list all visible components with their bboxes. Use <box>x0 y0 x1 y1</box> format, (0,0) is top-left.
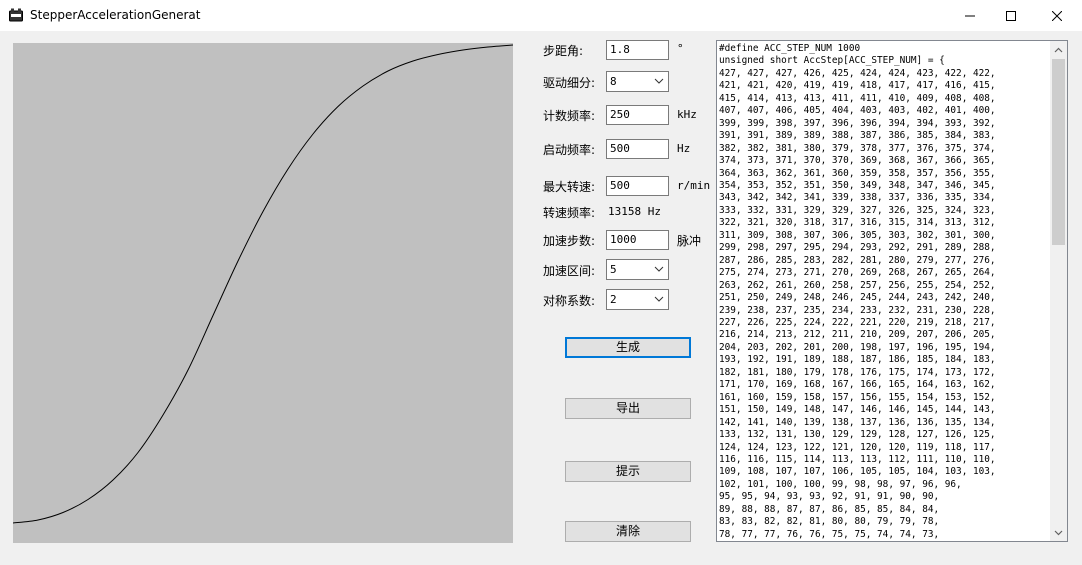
max-speed-unit: r/min <box>677 179 711 192</box>
chevron-down-icon <box>654 78 664 84</box>
count-freq-unit: kHz <box>677 108 697 121</box>
title-bar: StepperAccelerationGenerat <box>0 0 1082 31</box>
count-freq-label: 计数频率: <box>543 109 596 123</box>
microstep-label: 驱动细分: <box>543 76 596 90</box>
maximize-icon <box>1006 10 1016 21</box>
acceleration-curve-chart <box>12 44 514 524</box>
vertical-scrollbar[interactable] <box>1050 41 1067 541</box>
chevron-down-icon <box>654 296 664 302</box>
accel-interval-select[interactable]: 5 <box>606 259 669 280</box>
accel-interval-value: 5 <box>610 263 617 276</box>
step-angle-label: 步距角: <box>543 44 584 58</box>
scroll-up-button[interactable] <box>1050 41 1067 58</box>
chevron-up-icon <box>1054 47 1063 52</box>
chevron-down-icon <box>654 266 664 272</box>
minimize-button[interactable] <box>947 0 993 31</box>
window-title: StepperAccelerationGenerat <box>30 8 201 22</box>
speed-freq-value: 13158 Hz <box>608 205 661 218</box>
count-freq-input[interactable]: 250 <box>606 105 669 125</box>
hint-button[interactable]: 提示 <box>565 461 691 482</box>
scroll-thumb[interactable] <box>1052 59 1065 245</box>
acceleration-curve-plot <box>12 43 514 543</box>
output-code: #define ACC_STEP_NUM 1000 unsigned short… <box>719 43 996 540</box>
max-speed-input[interactable]: 500 <box>606 176 669 196</box>
app-icon <box>9 8 23 22</box>
accel-steps-input[interactable]: 1000 <box>606 230 669 250</box>
accel-steps-unit: 脉冲 <box>677 234 702 248</box>
close-button[interactable] <box>1034 0 1080 31</box>
minimize-icon <box>965 15 975 16</box>
maximize-button[interactable] <box>988 0 1034 31</box>
symmetry-label: 对称系数: <box>543 294 596 308</box>
scroll-down-button[interactable] <box>1050 524 1067 541</box>
speed-freq-label: 转速频率: <box>543 206 596 220</box>
export-button[interactable]: 导出 <box>565 398 691 419</box>
output-textarea[interactable]: #define ACC_STEP_NUM 1000 unsigned short… <box>716 40 1068 542</box>
step-angle-unit: ° <box>677 42 684 55</box>
start-freq-unit: Hz <box>677 142 691 155</box>
acceleration-curve-line <box>12 44 514 524</box>
start-freq-input[interactable]: 500 <box>606 139 669 159</box>
generate-button[interactable]: 生成 <box>565 337 691 358</box>
clear-button[interactable]: 清除 <box>565 521 691 542</box>
symmetry-value: 2 <box>610 293 617 306</box>
microstep-select[interactable]: 8 <box>606 71 669 92</box>
microstep-value: 8 <box>610 75 617 88</box>
chevron-down-icon <box>1054 530 1063 535</box>
close-icon <box>1052 10 1062 21</box>
symmetry-select[interactable]: 2 <box>606 289 669 310</box>
accel-steps-label: 加速步数: <box>543 234 596 248</box>
max-speed-label: 最大转速: <box>543 180 596 194</box>
start-freq-label: 启动频率: <box>543 143 596 157</box>
accel-interval-label: 加速区间: <box>543 264 596 278</box>
step-angle-input[interactable]: 1.8 <box>606 40 669 60</box>
